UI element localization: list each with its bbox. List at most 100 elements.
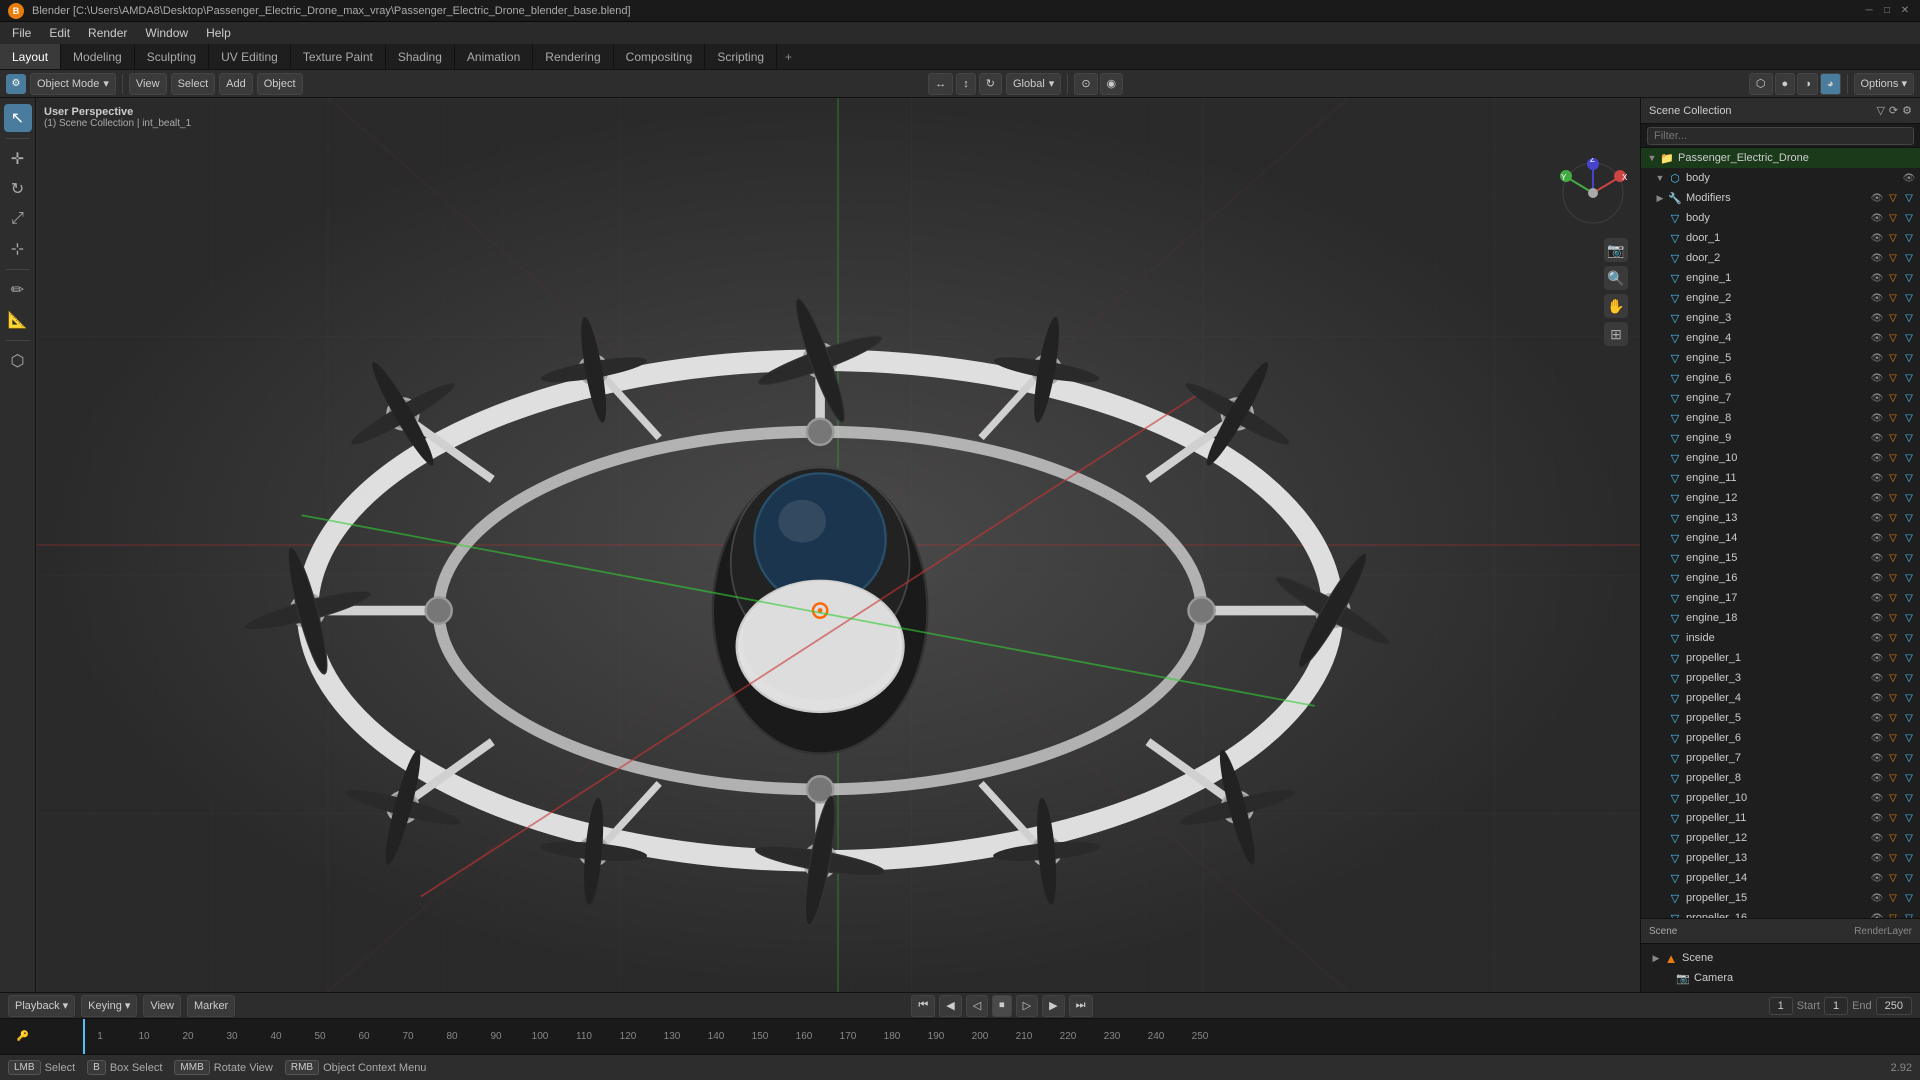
- select-toggle[interactable]: ▽: [1886, 271, 1900, 285]
- render-toggle[interactable]: ▽: [1902, 631, 1916, 645]
- select-toggle[interactable]: ▽: [1886, 771, 1900, 785]
- render-toggle[interactable]: ▽: [1902, 551, 1916, 565]
- select-toggle[interactable]: ▽: [1886, 191, 1900, 205]
- visibility-toggle[interactable]: 👁: [1870, 651, 1884, 665]
- select-toggle[interactable]: ▽: [1886, 571, 1900, 585]
- camera-view-btn[interactable]: 📷: [1604, 238, 1628, 262]
- visibility-toggle[interactable]: 👁: [1870, 571, 1884, 585]
- outliner-item[interactable]: ▽ body 👁 ▽ ▽: [1641, 208, 1920, 228]
- render-toggle[interactable]: ▽: [1902, 191, 1916, 205]
- outliner-item[interactable]: ▽ propeller_3 👁 ▽ ▽: [1641, 668, 1920, 688]
- visibility-toggle[interactable]: 👁: [1870, 871, 1884, 885]
- render-toggle[interactable]: ▽: [1902, 651, 1916, 665]
- proportional-btn[interactable]: ◉: [1100, 73, 1124, 95]
- select-toggle[interactable]: ▽: [1886, 391, 1900, 405]
- outliner-item[interactable]: ▽ propeller_13 👁 ▽ ▽: [1641, 848, 1920, 868]
- options-dropdown[interactable]: Options ▾: [1854, 73, 1915, 95]
- prop-scene[interactable]: ▶ ▲ Scene: [1645, 948, 1916, 968]
- timeline-track[interactable]: 1 10 20 30 40 50 60 70 80 90 100 110 120…: [38, 1019, 1912, 1054]
- outliner-item[interactable]: ▽ engine_16 👁 ▽ ▽: [1641, 568, 1920, 588]
- timeline-content[interactable]: 🔑 1 10 20 30 40 50 60 70 80 90 100 110: [0, 1019, 1920, 1054]
- transform-tool[interactable]: ⊹: [4, 235, 32, 263]
- menu-render[interactable]: Render: [80, 24, 135, 42]
- view-btn[interactable]: View: [143, 995, 181, 1017]
- visibility-toggle[interactable]: 👁: [1870, 711, 1884, 725]
- outliner-item[interactable]: ▽ propeller_5 👁 ▽ ▽: [1641, 708, 1920, 728]
- outliner-item[interactable]: ▽ engine_6 👁 ▽ ▽: [1641, 368, 1920, 388]
- render-toggle[interactable]: ▽: [1902, 391, 1916, 405]
- start-frame-input[interactable]: 1: [1824, 997, 1848, 1015]
- render-toggle[interactable]: ▽: [1902, 851, 1916, 865]
- select-toggle[interactable]: ▽: [1886, 371, 1900, 385]
- select-toggle[interactable]: ▽: [1886, 551, 1900, 565]
- end-frame-input[interactable]: 250: [1876, 997, 1912, 1015]
- visibility-toggle[interactable]: 👁: [1870, 291, 1884, 305]
- render-toggle[interactable]: ▽: [1902, 671, 1916, 685]
- select-toggle[interactable]: ▽: [1886, 251, 1900, 265]
- render-toggle[interactable]: ▽: [1902, 771, 1916, 785]
- select-toggle[interactable]: ▽: [1886, 831, 1900, 845]
- select-toggle[interactable]: ▽: [1886, 491, 1900, 505]
- outliner-settings-btn[interactable]: ⚙: [1902, 104, 1912, 117]
- minimize-button[interactable]: ─: [1862, 4, 1876, 18]
- render-toggle[interactable]: ▽: [1902, 231, 1916, 245]
- select-toggle[interactable]: ▽: [1886, 291, 1900, 305]
- render-toggle[interactable]: ▽: [1902, 871, 1916, 885]
- render-toggle[interactable]: ▽: [1902, 751, 1916, 765]
- render-toggle[interactable]: ▽: [1902, 351, 1916, 365]
- visibility-icon[interactable]: 👁: [1902, 171, 1916, 185]
- render-toggle[interactable]: ▽: [1902, 731, 1916, 745]
- add-workspace-button[interactable]: +: [777, 44, 800, 69]
- select-toggle[interactable]: ▽: [1886, 531, 1900, 545]
- render-toggle[interactable]: ▽: [1902, 431, 1916, 445]
- visibility-toggle[interactable]: 👁: [1870, 851, 1884, 865]
- visibility-toggle[interactable]: 👁: [1870, 591, 1884, 605]
- outliner-sync-btn[interactable]: ⟳: [1889, 104, 1898, 117]
- visibility-toggle[interactable]: 👁: [1870, 451, 1884, 465]
- select-toggle[interactable]: ▽: [1886, 711, 1900, 725]
- object-mode-dropdown[interactable]: Object Mode ▾: [30, 73, 116, 95]
- outliner-item[interactable]: ▽ engine_13 👁 ▽ ▽: [1641, 508, 1920, 528]
- render-toggle[interactable]: ▽: [1902, 591, 1916, 605]
- tab-scripting[interactable]: Scripting: [705, 44, 777, 69]
- outliner-item[interactable]: ▽ engine_17 👁 ▽ ▽: [1641, 588, 1920, 608]
- visibility-toggle[interactable]: 👁: [1870, 891, 1884, 905]
- visibility-toggle[interactable]: 👁: [1870, 251, 1884, 265]
- solid-btn[interactable]: ●: [1775, 73, 1796, 95]
- render-toggle[interactable]: ▽: [1902, 451, 1916, 465]
- select-toggle[interactable]: ▽: [1886, 891, 1900, 905]
- render-toggle[interactable]: ▽: [1902, 791, 1916, 805]
- material-preview-btn[interactable]: ◑: [1797, 73, 1818, 95]
- visibility-toggle[interactable]: 👁: [1870, 331, 1884, 345]
- render-toggle[interactable]: ▽: [1902, 411, 1916, 425]
- visibility-toggle[interactable]: 👁: [1870, 771, 1884, 785]
- render-toggle[interactable]: ▽: [1902, 531, 1916, 545]
- visibility-toggle[interactable]: 👁: [1870, 551, 1884, 565]
- select-toggle[interactable]: ▽: [1886, 431, 1900, 445]
- render-toggle[interactable]: ▽: [1902, 211, 1916, 225]
- select-toggle[interactable]: ▽: [1886, 631, 1900, 645]
- visibility-toggle[interactable]: 👁: [1870, 351, 1884, 365]
- tab-modeling[interactable]: Modeling: [61, 44, 135, 69]
- maximize-button[interactable]: □: [1880, 4, 1894, 18]
- select-menu[interactable]: Select: [171, 73, 216, 95]
- transform-tool-3[interactable]: ↻: [979, 73, 1002, 95]
- render-toggle[interactable]: ▽: [1902, 271, 1916, 285]
- play-back-btn[interactable]: ◁: [966, 995, 988, 1017]
- visibility-toggle[interactable]: 👁: [1870, 471, 1884, 485]
- global-dropdown[interactable]: Global ▾: [1006, 73, 1061, 95]
- visibility-toggle[interactable]: 👁: [1870, 231, 1884, 245]
- outliner-search-input[interactable]: [1647, 127, 1914, 145]
- scene-arrow[interactable]: ▶: [1649, 951, 1663, 965]
- outliner-item[interactable]: ▽ engine_15 👁 ▽ ▽: [1641, 548, 1920, 568]
- outliner-item[interactable]: ▽ engine_9 👁 ▽ ▽: [1641, 428, 1920, 448]
- render-toggle[interactable]: ▽: [1902, 491, 1916, 505]
- render-toggle[interactable]: ▽: [1902, 311, 1916, 325]
- visibility-toggle[interactable]: 👁: [1870, 311, 1884, 325]
- measure-tool[interactable]: 📐: [4, 306, 32, 334]
- outliner-item[interactable]: ▽ engine_10 👁 ▽ ▽: [1641, 448, 1920, 468]
- next-frame-btn[interactable]: ▶: [1042, 995, 1064, 1017]
- add-menu[interactable]: Add: [219, 73, 253, 95]
- select-toggle[interactable]: ▽: [1886, 351, 1900, 365]
- navigation-gizmo[interactable]: X Y Z: [1558, 158, 1628, 228]
